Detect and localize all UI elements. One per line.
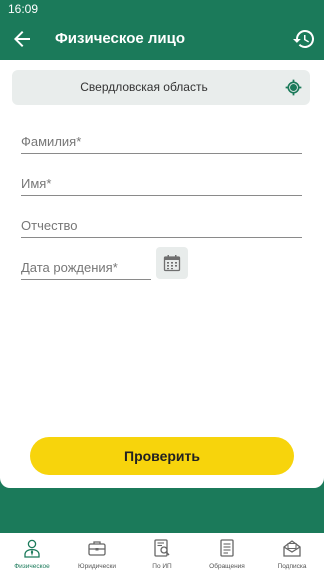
status-time: 16:09 <box>8 2 39 16</box>
nav-label: Юридически <box>78 563 116 570</box>
app-bar: Физическое лицо <box>0 18 324 60</box>
patronymic-placeholder: Отчество <box>21 218 78 233</box>
last-name-field[interactable]: Фамилия* <box>21 128 302 154</box>
nav-item-individual[interactable]: Физическое <box>0 533 64 576</box>
nav-label: Подписка <box>277 563 307 570</box>
nav-item-requests[interactable]: Обращения <box>195 533 259 576</box>
first-name-placeholder: Имя* <box>21 176 52 191</box>
page-title: Физическое лицо <box>55 30 186 47</box>
nav-label: Обращения <box>209 563 245 570</box>
nav-item-subscription[interactable]: Подписка <box>260 533 324 576</box>
form-card: Свердловская область Фамилия* Имя* Отчес… <box>0 60 324 488</box>
person-icon <box>24 539 40 558</box>
arrow-back-icon[interactable] <box>10 27 34 51</box>
calendar-button[interactable] <box>156 247 188 279</box>
nav-label: Физическое <box>14 563 50 570</box>
briefcase-icon <box>88 541 106 556</box>
bottom-nav: Физическое Юридически По ИП Обращения По… <box>0 533 324 576</box>
last-name-placeholder: Фамилия* <box>21 134 82 149</box>
birth-date-placeholder: Дата рождения* <box>21 260 118 275</box>
region-selector[interactable]: Свердловская область <box>12 70 310 105</box>
status-bar: 16:09 <box>0 0 324 18</box>
check-button[interactable]: Проверить <box>30 437 294 475</box>
document-icon <box>220 539 234 557</box>
birth-date-field[interactable]: Дата рождения* <box>21 254 151 280</box>
nav-item-legal[interactable]: Юридически <box>65 533 129 576</box>
calendar-icon <box>163 255 181 272</box>
envelope-icon <box>283 540 301 557</box>
location-target-icon[interactable] <box>283 77 304 98</box>
document-search-icon <box>154 539 170 557</box>
first-name-field[interactable]: Имя* <box>21 170 302 196</box>
patronymic-field[interactable]: Отчество <box>21 212 302 238</box>
nav-label: По ИП <box>152 563 172 570</box>
nav-item-enforcement[interactable]: По ИП <box>130 533 194 576</box>
history-icon[interactable] <box>292 27 316 51</box>
region-label: Свердловская область <box>80 80 208 94</box>
